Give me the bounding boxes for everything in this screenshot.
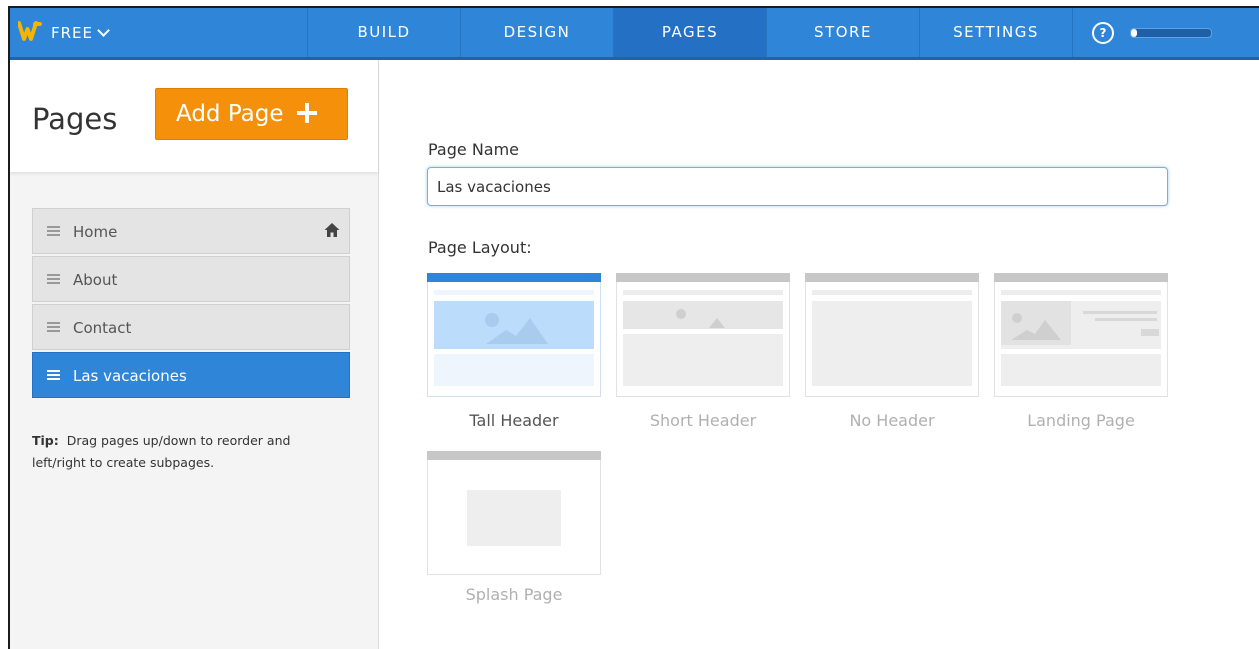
layout-header-bar: [616, 273, 790, 282]
page-item-about[interactable]: About: [32, 256, 350, 302]
reorder-tip: Tip: Drag pages up/down to reorder and l…: [32, 430, 332, 474]
help-icon[interactable]: ?: [1092, 22, 1114, 44]
page-layout-label: Page Layout:: [428, 238, 532, 257]
page-item-contact[interactable]: Contact: [32, 304, 350, 350]
page-name-input[interactable]: [427, 167, 1168, 206]
page-item-label: Home: [73, 223, 118, 241]
page-name-label: Page Name: [428, 140, 520, 159]
layout-button-block: [1141, 329, 1159, 336]
layout-content-block: [1001, 354, 1161, 386]
layout-nav-bar: [434, 290, 594, 295]
image-placeholder-icon: [485, 313, 548, 344]
page-item-label: Las vacaciones: [73, 367, 187, 385]
layout-caption-no-header: No Header: [849, 411, 935, 430]
tab-design[interactable]: DESIGN: [460, 8, 613, 57]
layout-text-line: [1095, 318, 1157, 321]
page-item-label: Contact: [73, 319, 132, 337]
layout-tall-header[interactable]: [427, 273, 601, 397]
tip-label: Tip:: [32, 433, 59, 448]
layout-nav-bar: [1001, 290, 1161, 295]
tab-pages[interactable]: PAGES: [613, 8, 766, 57]
page-list: Home About Contact Las vacaciones: [32, 208, 350, 400]
sidebar-title: Pages: [32, 102, 118, 136]
plus-icon: [297, 103, 317, 123]
pages-sidebar: Pages Add Page Home About Contact Las va…: [10, 60, 379, 649]
layout-content-block: [812, 301, 972, 386]
layout-caption-splash-page: Splash Page: [465, 585, 563, 604]
add-page-label: Add Page: [176, 101, 284, 127]
layout-caption-short-header: Short Header: [649, 411, 757, 430]
sidebar-header: Pages Add Page: [10, 60, 378, 172]
site-progress-bar[interactable]: [1130, 28, 1212, 38]
page-item-label: About: [73, 271, 118, 289]
layout-content-block: [434, 354, 594, 386]
drag-handle-icon[interactable]: [47, 370, 60, 380]
layout-no-header[interactable]: [805, 273, 979, 397]
layout-text-line: [1083, 311, 1157, 314]
add-page-button[interactable]: Add Page: [155, 88, 348, 140]
tab-store[interactable]: STORE: [766, 8, 919, 57]
layout-short-header[interactable]: [616, 273, 790, 397]
drag-handle-icon[interactable]: [47, 274, 60, 284]
site-progress-fill: [1131, 29, 1138, 37]
drag-handle-icon[interactable]: [47, 322, 60, 332]
layout-splash-page[interactable]: [427, 451, 601, 575]
layout-caption-landing-page: Landing Page: [1027, 411, 1135, 430]
layout-header-bar: [805, 273, 979, 282]
page-item-las-vacaciones[interactable]: Las vacaciones: [32, 352, 350, 398]
top-navbar: FREE BUILD DESIGN PAGES STORE SETTINGS ?: [10, 8, 1259, 60]
layout-header-bar: [427, 451, 601, 460]
image-placeholder-icon: [1011, 313, 1061, 340]
app-frame: FREE BUILD DESIGN PAGES STORE SETTINGS ?…: [8, 6, 1259, 649]
page-item-home[interactable]: Home: [32, 208, 350, 254]
chevron-down-icon: [97, 24, 110, 37]
image-placeholder-icon: [676, 309, 725, 328]
plan-menu[interactable]: FREE: [51, 24, 110, 42]
tab-build[interactable]: BUILD: [307, 8, 460, 57]
layout-landing-page[interactable]: [994, 273, 1168, 397]
plan-label: FREE: [51, 24, 94, 42]
layout-content-block: [467, 490, 561, 546]
weebly-logo-icon[interactable]: [18, 19, 42, 43]
tab-settings[interactable]: SETTINGS: [919, 8, 1072, 57]
layout-header-bar: [994, 273, 1168, 282]
layout-nav-bar: [623, 290, 783, 295]
layout-content-block: [623, 334, 783, 386]
home-icon: [324, 223, 340, 237]
drag-handle-icon[interactable]: [47, 226, 60, 236]
tip-text: Drag pages up/down to reorder and left/r…: [32, 433, 291, 470]
layout-header-bar: [427, 273, 601, 282]
layout-nav-bar: [812, 290, 972, 295]
layout-caption-tall-header: Tall Header: [469, 411, 559, 430]
